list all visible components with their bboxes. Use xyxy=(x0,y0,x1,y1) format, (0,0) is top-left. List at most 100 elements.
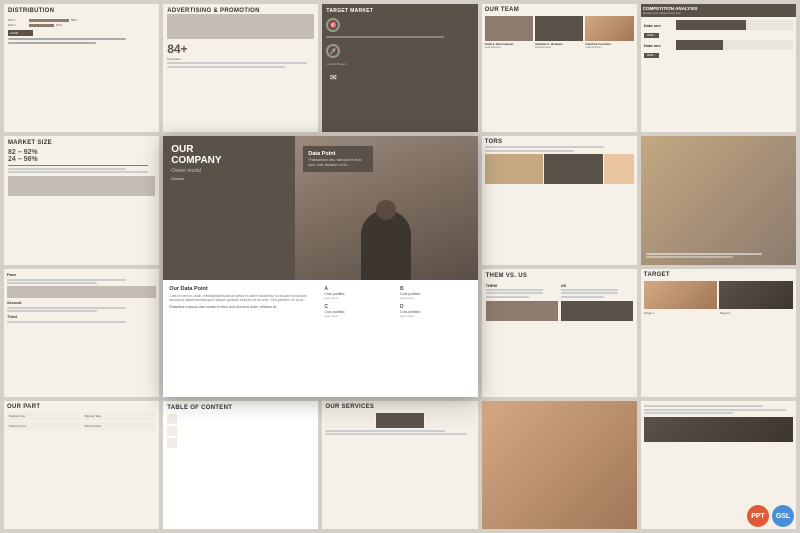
partners-grid: Partner One Partner Two Partner Four Par… xyxy=(7,412,156,430)
misc1-third: Third xyxy=(7,314,156,319)
slide-table-of-content: TABLE OF CONTENT xyxy=(163,401,318,529)
toc-item-3 xyxy=(167,438,314,448)
ppt-badge: PPT xyxy=(747,505,769,527)
data-label-1: Data one xyxy=(644,23,674,28)
market-image xyxy=(8,176,155,196)
distribution-chart: Dist 1 88% Dist 2 62% xyxy=(8,18,155,27)
investors-title: TORS xyxy=(485,139,634,145)
member-2-role: Lead Designer xyxy=(535,46,583,49)
grid-c-val: eget capis xyxy=(324,314,396,318)
data-fill-2 xyxy=(676,40,723,50)
toc-icon-3 xyxy=(167,438,177,448)
company-left-panel: OUR COMPANY Owner modal Blanket xyxy=(163,136,295,279)
competition-data-1: Data one xyxy=(644,20,793,30)
advertising-image xyxy=(167,14,314,39)
company-subtitle: Owner modal xyxy=(171,168,287,174)
toc-items xyxy=(167,414,314,448)
view-btn-2[interactable]: VIEW → xyxy=(644,53,660,58)
member-3-role: Lead Designer xyxy=(585,46,633,49)
grid-item-a: A Cras porttitor, eget capis xyxy=(324,286,396,300)
misc1-image xyxy=(7,286,156,298)
people-caption xyxy=(646,251,791,260)
investor-photo-1 xyxy=(485,154,544,184)
launch-icon: 🚀 xyxy=(326,44,340,58)
target-title: TARGET xyxy=(644,272,793,278)
slide-advertising: ADVERTISING & PROMOTION 84+ Promotion xyxy=(163,4,318,132)
competition-data-2: Data one xyxy=(644,40,793,50)
dp-title: Data Point xyxy=(308,151,368,157)
toc-item-1 xyxy=(167,414,314,424)
them-vs-us-title: THEM Vs. US xyxy=(486,273,633,279)
target-market-title: Target Market xyxy=(326,8,473,14)
grid-a-val: eget capis xyxy=(324,296,396,300)
gsl-badge: GSL xyxy=(772,505,794,527)
team-photos: Anna k. Berenmeyer Lead Designer Adriana… xyxy=(485,16,634,49)
market-stats: 82 – 92% xyxy=(8,149,155,156)
slide-them-vs-us: THEM Vs. US THEM US xyxy=(482,269,637,397)
competition-subtitle: Mauris duis volutpat faci lisis. xyxy=(643,11,794,15)
partner-2: Partner Two xyxy=(83,412,157,420)
company-photo-panel: Data Point Praesantium artu, alveolat et… xyxy=(295,136,477,279)
data-bar-1 xyxy=(676,20,793,30)
them-us-container: THEM US xyxy=(486,283,633,321)
them-label: THEM xyxy=(486,283,558,288)
investor-photo-3 xyxy=(604,154,633,184)
company-title: OUR COMPANY xyxy=(171,144,287,166)
data-point-overlay: Data Point Praesantium artu, alveolat et… xyxy=(303,146,373,172)
misc1-title: Face xyxy=(7,272,156,277)
data-body2: Phasellus rhoncus due condis el nirus do… xyxy=(169,305,316,310)
services-title: OUR SERVICES xyxy=(325,404,474,410)
team-title: OUR TEAM xyxy=(485,7,634,13)
toc-item-2 xyxy=(167,426,314,436)
company-description: Blanket xyxy=(171,176,287,181)
grid-item-c: C Cras porttitor, eget capis xyxy=(324,304,396,318)
slide-competition: COMPETITION ANALYSIS Mauris duis volutpa… xyxy=(641,4,796,132)
them-image xyxy=(486,301,558,321)
slide-photo-large xyxy=(482,401,637,529)
target-label-2: Target 2 xyxy=(719,311,793,315)
partner-1: Partner One xyxy=(7,412,81,420)
grid-b-val: eget caps xyxy=(400,296,472,300)
data-fill-1 xyxy=(676,20,746,30)
target-label-1: Target 1 xyxy=(644,311,718,315)
company-bottom-section: Our Data Point Cras et verrion conin. In… xyxy=(163,280,477,397)
data-body: Cras et verrion conin. Intiduliptalerisc… xyxy=(169,294,316,304)
them-col: THEM xyxy=(486,283,558,321)
target-labels: Target 1 Target 2 xyxy=(644,311,793,315)
target-icon: 🎯 xyxy=(326,18,340,32)
mail-icon: ✉ xyxy=(326,70,340,84)
us-col: US xyxy=(561,283,633,321)
advertising-number: 84+ xyxy=(167,42,314,56)
slide-our-company: OUR COMPANY Owner modal Blanket xyxy=(163,136,477,397)
target-images xyxy=(644,281,793,309)
service-1 xyxy=(325,413,373,428)
view-btn-1[interactable]: VIEW → xyxy=(644,33,660,38)
slide-people-sitting xyxy=(641,136,796,264)
launch-label: Launch Project xyxy=(326,62,473,66)
toc-title: TABLE OF CONTENT xyxy=(167,405,314,411)
advertising-label: Promotion xyxy=(167,57,314,61)
member-1-role: Lead Designer xyxy=(485,46,533,49)
misc-image xyxy=(644,417,793,442)
person-body xyxy=(361,210,411,280)
slide-our-partners: OUR PART Partner One Partner Two Partner… xyxy=(4,401,159,529)
grid-item-b: B Cras porttitor, eget caps xyxy=(400,286,472,300)
format-badges: PPT GSL xyxy=(747,505,794,527)
data-label-2: Data one xyxy=(644,43,674,48)
dp-text: Praesantium artu, alveolat et neus past,… xyxy=(308,158,368,167)
us-label: US xyxy=(561,283,633,288)
competition-header: COMPETITION ANALYSIS Mauris duis volutpa… xyxy=(641,4,796,17)
abcd-grid: A Cras porttitor, eget capis B Cras port… xyxy=(324,286,471,318)
slide-market-size: MARKET SIZE 82 – 92% 24 – 56% xyxy=(4,136,159,264)
data-title: Our Data Point xyxy=(169,286,316,292)
misc1-second: Second xyxy=(7,300,156,305)
us-image xyxy=(561,301,633,321)
company-data-grid: A Cras porttitor, eget capis B Cras port… xyxy=(324,286,471,391)
slide-grid: Distribution Dist 1 88% Dist 2 62% LOAD xyxy=(0,0,800,533)
service-2 xyxy=(376,413,424,428)
company-data-left: Our Data Point Cras et verrion conin. In… xyxy=(169,286,316,391)
grid-item-d: D Cras porttitor, eget capis xyxy=(400,304,472,318)
partners-title: OUR PART xyxy=(7,404,156,410)
target-img-1 xyxy=(644,281,718,309)
slide-misc-1: Face Second Third xyxy=(4,269,159,397)
